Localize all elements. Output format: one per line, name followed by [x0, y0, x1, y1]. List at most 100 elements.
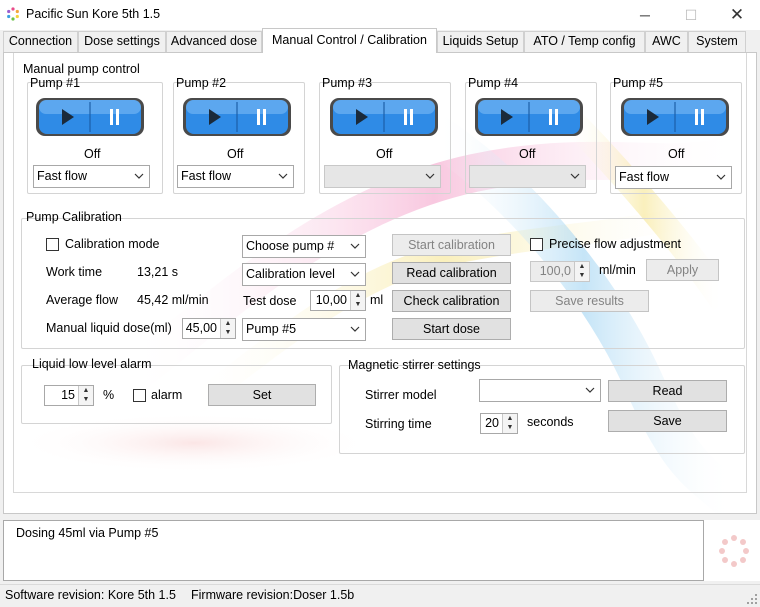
tab-advanced-dose[interactable]: Advanced dose [166, 31, 262, 52]
precise-flow-checkbox[interactable] [530, 238, 543, 251]
chevron-down-icon [134, 173, 144, 179]
pump-4-state: Off [519, 147, 536, 161]
pump-4-mode-select[interactable] [469, 165, 586, 188]
precise-flow-value: 100,0 [539, 264, 571, 278]
pump-2-play-pause-control[interactable] [182, 97, 292, 137]
calibration-mode-checkbox[interactable] [46, 238, 59, 251]
tab-awc[interactable]: AWC [645, 31, 688, 52]
chevron-down-icon [350, 326, 360, 332]
pump-1-play-pause-control[interactable] [35, 97, 145, 137]
dose-pump-value: Pump #5 [246, 322, 297, 336]
tab-system[interactable]: System [688, 31, 746, 52]
manual-liquid-dose-input[interactable]: 45,00 ▲ ▼ [182, 318, 236, 339]
average-flow-value: 45,42 ml/min [137, 293, 209, 307]
average-flow-label: Average flow [46, 293, 119, 307]
pump-calibration-title: Pump Calibration [26, 210, 122, 224]
tab-page-manual-control: Manual pump control Pump #1 Off Fast flo… [3, 52, 757, 514]
manual-pump-control-title: Manual pump control [23, 62, 140, 76]
tab-manual-control-calibration[interactable]: Manual Control / Calibration [262, 28, 437, 53]
chevron-down-icon [350, 271, 360, 277]
stirring-time-label: Stirring time [365, 417, 432, 431]
close-button[interactable]: ✕ [714, 0, 760, 30]
pump-2-mode-value: Fast flow [181, 169, 232, 183]
set-alarm-button[interactable]: Set [208, 384, 316, 406]
test-dose-unit: ml [370, 293, 384, 307]
pump-5-mode-select[interactable]: Fast flow [615, 166, 732, 189]
stirring-time-input[interactable]: 20 ▲ ▼ [480, 413, 518, 434]
stirring-time-value: 20 [485, 416, 499, 430]
calibration-mode-label: Calibration mode [65, 237, 160, 251]
stirrer-title: Magnetic stirrer settings [348, 358, 481, 372]
calibration-level-value: Calibration level [246, 267, 335, 281]
pump-4-label: Pump #4 [468, 76, 519, 90]
app-logo-icon [7, 7, 19, 21]
log-message: Dosing 45ml via Pump #5 [16, 526, 159, 540]
log-textarea[interactable]: Dosing 45ml via Pump #5 [3, 520, 704, 581]
spin-down-icon[interactable]: ▼ [220, 328, 235, 338]
pump-2-label: Pump #2 [176, 76, 227, 90]
pump-4-play-pause-control[interactable] [474, 97, 584, 137]
minimize-button[interactable]: ─ [622, 0, 668, 30]
pump-3-mode-select[interactable] [324, 165, 441, 188]
software-revision: Software revision: Kore 5th 1.5 [5, 588, 176, 602]
pump-1-label: Pump #1 [30, 76, 81, 90]
pump-2-mode-select[interactable]: Fast flow [177, 165, 294, 188]
resize-grip-icon[interactable] [746, 593, 758, 605]
calibration-level-select[interactable]: Calibration level [242, 263, 366, 286]
alarm-percent-input[interactable]: 15 ▲ ▼ [44, 385, 94, 406]
apply-button[interactable]: Apply [646, 259, 719, 281]
precise-flow-unit: ml/min [599, 263, 636, 277]
spin-down-icon[interactable]: ▼ [574, 271, 589, 281]
tab-connection[interactable]: Connection [3, 31, 78, 52]
alarm-percent-unit: % [103, 388, 115, 402]
chevron-down-icon [585, 387, 595, 393]
alarm-percent-value: 15 [61, 388, 75, 402]
title-bar: Pacific Sun Kore 5th 1.5 ─ ☐ ✕ [0, 0, 760, 30]
stirrer-save-button[interactable]: Save [608, 410, 727, 432]
page-content: Manual pump control Pump #1 Off Fast flo… [13, 53, 747, 493]
pump-1-state: Off [84, 147, 101, 161]
alarm-label: alarm [151, 388, 183, 402]
liquid-alarm-title: Liquid low level alarm [32, 357, 152, 371]
tab-liquids-setup[interactable]: Liquids Setup [437, 31, 524, 52]
stirrer-model-label: Stirrer model [365, 388, 437, 402]
alarm-checkbox[interactable] [133, 389, 146, 402]
pump-3-label: Pump #3 [322, 76, 373, 90]
choose-pump-value: Choose pump # [246, 239, 335, 253]
stirring-time-unit: seconds [527, 415, 574, 429]
stirrer-model-select[interactable] [479, 379, 601, 402]
busy-spinner-icon [704, 520, 760, 581]
pump-5-label: Pump #5 [613, 76, 664, 90]
start-dose-button[interactable]: Start dose [392, 318, 511, 340]
stirrer-read-button[interactable]: Read [608, 380, 727, 402]
work-time-value: 13,21 s [137, 265, 179, 279]
tab-ato-temp-config[interactable]: ATO / Temp config [524, 31, 645, 52]
pump-3-state: Off [376, 147, 393, 161]
work-time-label: Work time [46, 265, 103, 279]
save-results-button[interactable]: Save results [530, 290, 649, 312]
maximize-button[interactable]: ☐ [668, 0, 714, 30]
firmware-revision: Firmware revision:Doser 1.5b [191, 588, 355, 602]
start-calibration-button[interactable]: Start calibration [392, 234, 511, 256]
precise-flow-input[interactable]: 100,0 ▲ ▼ [530, 261, 590, 282]
pump-5-play-pause-control[interactable] [620, 97, 730, 137]
pump-1-mode-value: Fast flow [37, 169, 88, 183]
chevron-down-icon [570, 173, 580, 179]
spin-down-icon[interactable]: ▼ [502, 423, 517, 433]
check-calibration-button[interactable]: Check calibration [392, 290, 511, 312]
pump-5-state: Off [668, 147, 685, 161]
tab-dose-settings[interactable]: Dose settings [78, 31, 166, 52]
read-calibration-button[interactable]: Read calibration [392, 262, 511, 284]
window-title: Pacific Sun Kore 5th 1.5 [26, 7, 161, 21]
test-dose-input[interactable]: 10,00 ▲ ▼ [310, 290, 366, 311]
precise-flow-label: Precise flow adjustment [549, 237, 682, 251]
pump-3-play-pause-control[interactable] [329, 97, 439, 137]
chevron-down-icon [278, 173, 288, 179]
choose-pump-select[interactable]: Choose pump # [242, 235, 366, 258]
chevron-down-icon [350, 243, 360, 249]
spin-down-icon[interactable]: ▼ [350, 300, 365, 310]
tab-strip: Connection Dose settings Advanced dose M… [0, 28, 760, 53]
spin-down-icon[interactable]: ▼ [78, 395, 93, 405]
pump-1-mode-select[interactable]: Fast flow [33, 165, 150, 188]
dose-pump-select[interactable]: Pump #5 [242, 318, 366, 341]
